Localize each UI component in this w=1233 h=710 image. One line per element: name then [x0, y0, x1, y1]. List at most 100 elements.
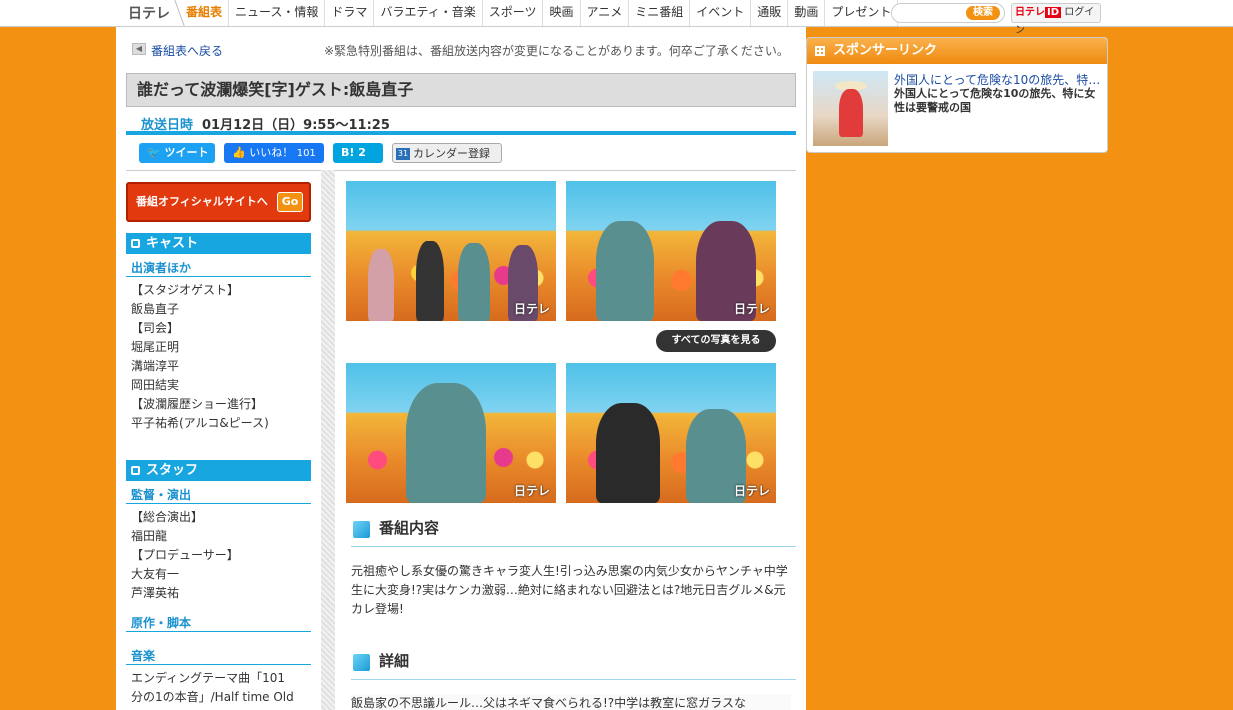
nav-item-event[interactable]: イベント	[690, 0, 752, 26]
login-button[interactable]: 日テレ ID ログイン	[1011, 3, 1101, 36]
sponsor-thumbnail[interactable]	[813, 71, 888, 146]
hatena-count: 2	[358, 146, 366, 159]
person-figure	[416, 241, 444, 321]
music-subheading: 音楽	[126, 647, 311, 665]
official-site-button[interactable]: 番組オフィシャルサイトへ Go	[126, 182, 311, 222]
id-badge: ID	[1045, 7, 1062, 18]
nav-item-drama[interactable]: ドラマ	[325, 0, 375, 26]
list-item: 【司会】	[131, 321, 180, 335]
sponsor-description[interactable]: 外国人にとって危険な10の旅先、特に女性は要警戒の国	[894, 87, 1104, 115]
list-item: 溝端淳平	[131, 359, 180, 373]
program-content-heading-label: 番組内容	[379, 519, 440, 537]
nav-item-present[interactable]: プレゼント	[825, 0, 899, 26]
person-figure	[458, 243, 490, 321]
detail-heading: 詳細	[351, 646, 796, 680]
tweet-label: ツイート	[164, 146, 209, 159]
like-label: いいね！	[249, 146, 294, 159]
calendar-label: カレンダー登録	[413, 147, 490, 160]
nav-item-mini[interactable]: ミニ番組	[629, 0, 691, 26]
square-bullet-icon	[131, 466, 140, 475]
airtime-value: 01月12日（日）9:55〜11:25	[202, 118, 390, 133]
airtime-row: 放送日時 01月12日（日）9:55〜11:25	[126, 113, 796, 135]
hatena-icon: B!	[341, 146, 355, 159]
list-item: 【総合演出】	[131, 510, 204, 524]
nav-item-shopping[interactable]: 通販	[751, 0, 789, 26]
list-item: 【スタジオゲスト】	[131, 283, 240, 297]
person-figure	[596, 403, 660, 503]
airtime-label: 放送日時	[141, 118, 194, 133]
square-heading-icon	[353, 521, 370, 538]
cast-heading: キャスト	[126, 233, 311, 254]
hatena-bookmark-button[interactable]: B! 2	[333, 143, 383, 163]
program-content-heading: 番組内容	[351, 513, 796, 547]
list-item: エンディングテーマ曲「101	[131, 671, 286, 685]
back-arrow-icon[interactable]: ◀	[132, 43, 146, 55]
program-photo-4[interactable]: 日テレ	[566, 363, 776, 503]
view-all-photos-button[interactable]: すべての写真を見る	[656, 330, 776, 352]
square-bullet-icon	[131, 239, 140, 248]
nav-item-bangumihyo[interactable]: 番組表	[180, 0, 230, 26]
nav-item-video[interactable]: 動画	[788, 0, 826, 26]
list-item: 大友有一	[131, 567, 180, 581]
sponsor-heading: スポンサーリンク	[807, 38, 1107, 64]
list-item: 平子祐希(アルコ&ピース)	[131, 416, 269, 430]
director-subheading: 監督・演出	[126, 486, 311, 504]
calendar-icon: 31	[396, 148, 410, 160]
detail-heading-label: 詳細	[379, 652, 410, 670]
list-item: 分の1の本音」/Half time Old	[131, 690, 294, 704]
search-input[interactable]: 検索	[891, 3, 1005, 23]
ntv-watermark: 日テレ	[733, 302, 770, 316]
traveler-figure	[839, 89, 863, 137]
person-figure	[368, 249, 394, 321]
sponsor-title-link[interactable]: 外国人にとって危険な10の旅先、特…	[894, 71, 1100, 88]
search-button[interactable]: 検索	[966, 6, 1000, 20]
notice-text: ※緊急特別番組は、番組放送内容が変更になることがあります。何卒ご了承ください。	[324, 44, 789, 58]
official-site-label: 番組オフィシャルサイトへ	[136, 195, 268, 208]
calendar-register-button[interactable]: 31 カレンダー登録	[392, 143, 502, 163]
list-item: 【波瀾履歴ショー進行】	[131, 397, 264, 411]
sponsor-link-box: スポンサーリンク 外国人にとって危険な10の旅先、特… 外国人にとって危険な10…	[806, 37, 1108, 153]
program-photo-1[interactable]: 日テレ	[346, 181, 556, 321]
tweet-button[interactable]: 🐦 ツイート	[139, 143, 215, 163]
grid-icon	[815, 46, 825, 56]
like-count: 101	[296, 148, 316, 159]
nav-item-sports[interactable]: スポーツ	[483, 0, 544, 26]
social-buttons: 🐦 ツイート 👍 いいね！ 101 B! 2 31 カレンダー登録	[139, 143, 502, 163]
nav-item-news[interactable]: ニュース・情報	[229, 0, 326, 26]
twitter-icon: 🐦	[147, 146, 161, 159]
list-item: 飯島直子	[131, 302, 180, 316]
original-script-subheading: 原作・脚本	[126, 614, 311, 632]
program-content-body: 元祖癒やし系女優の驚きキャラ変人生!引っ込み思案の内気少女からヤンチャ中学生に大…	[351, 564, 788, 616]
ntv-watermark: 日テレ	[513, 484, 550, 498]
main-nav: 番組表 ニュース・情報 ドラマ バラエティ・音楽 スポーツ 映画 アニメ ミニ番…	[180, 0, 899, 26]
main-content: ◀ 番組表へ戻る ※緊急特別番組は、番組放送内容が変更になることがあります。何卒…	[116, 27, 806, 710]
square-heading-icon	[353, 654, 370, 671]
go-badge: Go	[277, 192, 303, 212]
back-to-schedule-link[interactable]: 番組表へ戻る	[151, 42, 223, 59]
detail-body: 飯島家の不思議ルール…父はネギマ食べられる!?中学は教室に窓ガラスな	[351, 694, 791, 710]
program-title: 誰だって波瀾爆笑[字]ゲスト:飯島直子	[126, 73, 796, 107]
program-photo-2[interactable]: 日テレ	[566, 181, 776, 321]
nav-item-anime[interactable]: アニメ	[581, 0, 630, 26]
nav-item-movie[interactable]: 映画	[543, 0, 581, 26]
thumbs-up-icon: 👍	[232, 146, 246, 159]
music-list: エンディングテーマ曲「101 分の1の本音」/Half time Old	[131, 669, 311, 707]
program-photo-3[interactable]: 日テレ	[346, 363, 556, 503]
list-item: 芦澤英祐	[131, 586, 180, 600]
column-divider-stripe	[321, 170, 335, 710]
cast-subheading: 出演者ほか	[126, 259, 311, 277]
list-item: 福田龍	[131, 529, 168, 543]
person-figure	[406, 383, 486, 503]
divider	[126, 170, 796, 171]
top-nav-bar: 日テレ 番組表 ニュース・情報 ドラマ バラエティ・音楽 スポーツ 映画 アニメ…	[0, 0, 1233, 36]
cast-heading-label: キャスト	[146, 236, 199, 251]
person-figure	[596, 221, 654, 321]
facebook-like-button[interactable]: 👍 いいね！ 101	[224, 143, 324, 163]
list-item: 堀尾正明	[131, 340, 180, 354]
staff-heading-label: スタッフ	[146, 463, 199, 478]
sponsor-heading-label: スポンサーリンク	[833, 43, 938, 58]
staff-heading: スタッフ	[126, 460, 311, 481]
nav-item-variety[interactable]: バラエティ・音楽	[374, 0, 483, 26]
staff-list: 【総合演出】 福田龍 【プロデューサー】 大友有一 芦澤英祐	[131, 508, 311, 603]
ntv-watermark: 日テレ	[733, 484, 770, 498]
